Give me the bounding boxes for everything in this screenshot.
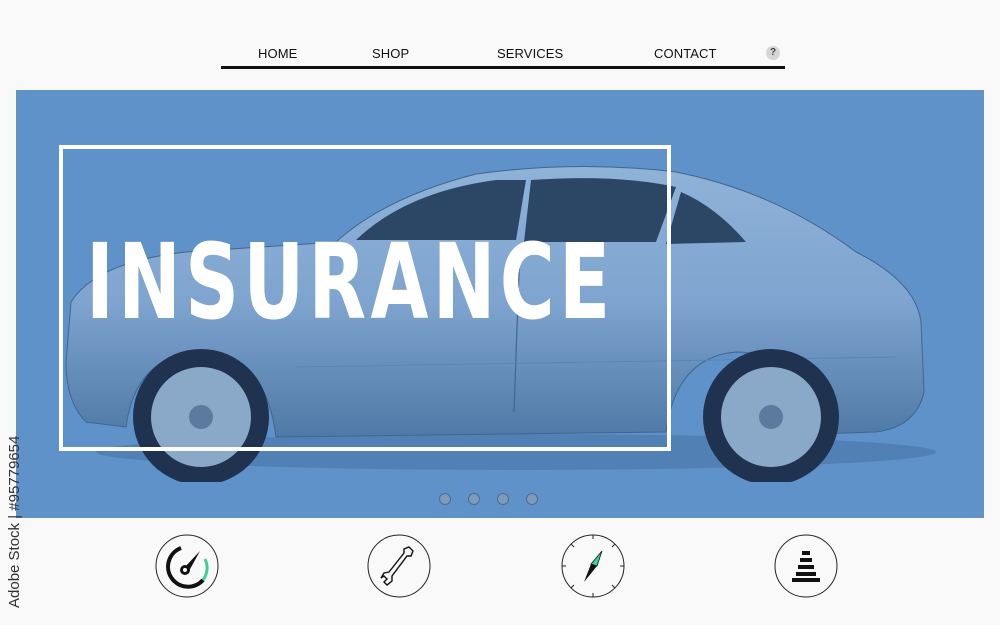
rear-wheel bbox=[703, 349, 839, 482]
carousel-dot-1[interactable] bbox=[439, 493, 451, 505]
carousel-dots bbox=[439, 493, 538, 505]
speedometer-icon[interactable] bbox=[155, 534, 219, 598]
carousel-dot-2[interactable] bbox=[468, 493, 480, 505]
hero-banner: INSURANCE bbox=[16, 90, 984, 518]
wrench-icon[interactable] bbox=[367, 534, 431, 598]
feature-icons bbox=[0, 530, 1000, 610]
help-icon[interactable]: ? bbox=[766, 46, 780, 60]
compass-icon[interactable] bbox=[561, 534, 625, 598]
nav-underline bbox=[221, 66, 785, 69]
carousel-dot-3[interactable] bbox=[497, 493, 509, 505]
stock-watermark: Adobe Stock | #95779654 bbox=[6, 435, 23, 608]
hero-title: INSURANCE bbox=[86, 221, 615, 343]
carousel-dot-4[interactable] bbox=[526, 493, 538, 505]
nav-services[interactable]: SERVICES bbox=[497, 46, 563, 61]
nav-home[interactable]: HOME bbox=[258, 46, 297, 61]
top-navigation: HOME SHOP SERVICES CONTACT ? bbox=[221, 40, 785, 70]
nav-contact[interactable]: CONTACT bbox=[654, 46, 717, 61]
nav-shop[interactable]: SHOP bbox=[372, 46, 409, 61]
traffic-cone-icon[interactable] bbox=[774, 534, 838, 598]
